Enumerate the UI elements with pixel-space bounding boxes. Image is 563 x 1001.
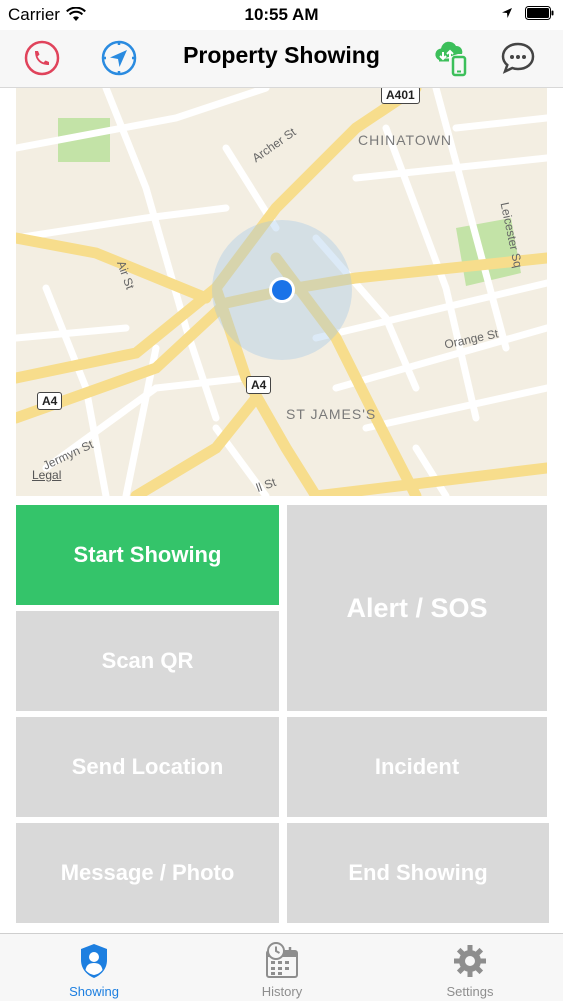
end-showing-button[interactable]: End Showing [287,823,549,923]
start-showing-button[interactable]: Start Showing [16,505,279,605]
tab-settings[interactable]: Settings [376,934,563,1001]
district-label: ST JAMES'S [286,406,377,422]
gear-icon [454,945,486,977]
navigate-icon[interactable] [99,38,139,78]
status-time: 10:55 AM [244,5,319,24]
location-arrow-icon [502,8,512,18]
phone-icon[interactable] [22,38,62,78]
cloud-sync-icon[interactable] [431,38,471,78]
district-label: CHINATOWN [358,132,453,148]
shield-user-icon [81,944,107,978]
road-sign: A4 [246,376,272,394]
map-streets [16,88,547,496]
tab-history[interactable]: History [188,934,376,1001]
tab-label: History [261,984,303,999]
tab-label: Showing [69,984,119,999]
road-sign: A401 [381,88,420,104]
battery-icon [525,6,554,20]
map-legal-link[interactable]: Legal [32,468,61,482]
scan-qr-button[interactable]: Scan QR [16,611,279,711]
chat-icon[interactable] [498,38,538,78]
map-view[interactable]: CHINATOWN ST JAMES'S Archer St Air St Le… [16,88,547,496]
page-title: Property Showing [183,42,380,68]
nav-bar: Property Showing [0,30,563,88]
tab-bar: Showing History Settings [0,933,563,1001]
send-location-button[interactable]: Send Location [16,717,279,817]
calendar-clock-icon [266,942,298,978]
road-sign: A4 [37,392,63,410]
tab-showing[interactable]: Showing [0,934,188,1001]
tab-label: Settings [446,984,494,999]
alert-sos-button[interactable]: Alert / SOS [287,505,547,711]
status-bar: Carrier 10:55 AM [0,0,563,30]
status-right [501,6,555,20]
incident-button[interactable]: Incident [287,717,547,817]
message-photo-button[interactable]: Message / Photo [16,823,279,923]
